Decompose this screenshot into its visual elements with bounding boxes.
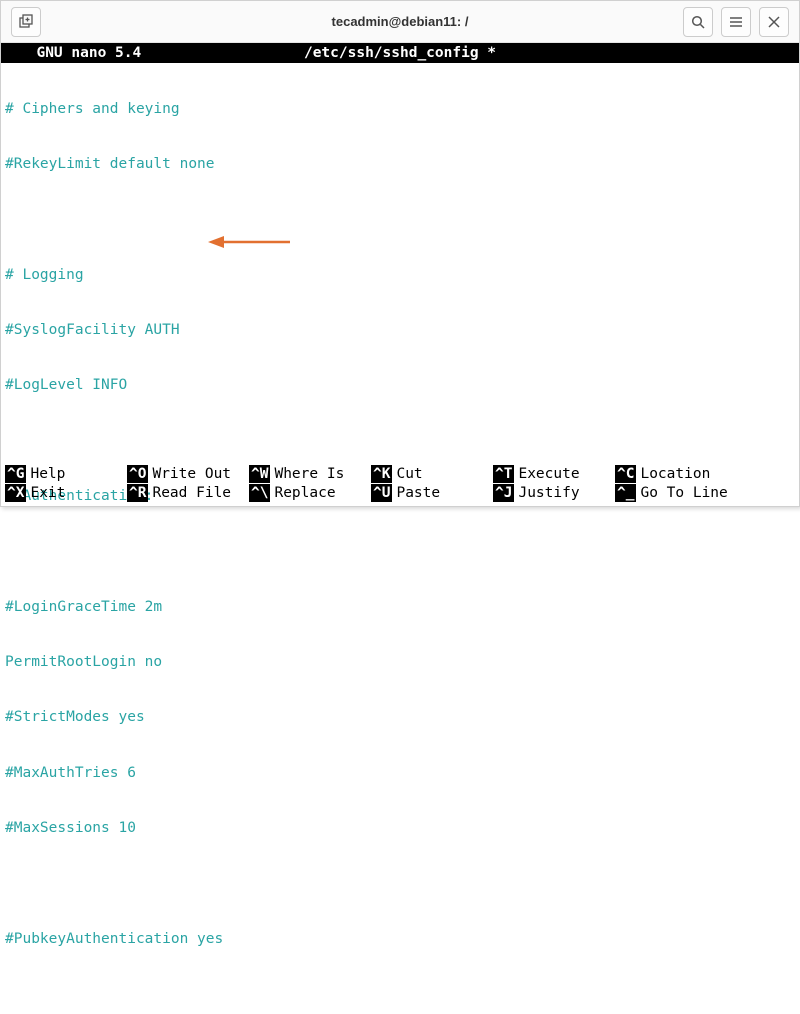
keycap: ^R xyxy=(127,484,148,502)
keycap: ^C xyxy=(615,465,636,483)
terminal-area[interactable]: GNU nano 5.4 /etc/ssh/sshd_config * # Ci… xyxy=(1,43,799,506)
editor-line: #LogLevel INFO xyxy=(5,376,795,395)
editor-line xyxy=(5,874,795,893)
editor-line xyxy=(5,542,795,561)
shortcut-paste[interactable]: ^UPaste xyxy=(371,484,493,503)
shortcut-location[interactable]: ^CLocation xyxy=(615,465,737,484)
window-title: tecadmin@debian11: / xyxy=(332,14,469,29)
close-icon xyxy=(768,16,780,28)
shortcut-label: Help xyxy=(30,465,65,483)
nano-shortcut-bar: ^GHelp ^OWrite Out ^WWhere Is ^KCut ^TEx… xyxy=(1,465,799,506)
keycap: ^U xyxy=(371,484,392,502)
shortcut-execute[interactable]: ^TExecute xyxy=(493,465,615,484)
hamburger-icon xyxy=(729,15,743,29)
titlebar-left xyxy=(9,7,43,37)
editor-body[interactable]: # Ciphers and keying #RekeyLimit default… xyxy=(1,63,799,1014)
annotation-arrow-icon xyxy=(208,196,290,288)
editor-line xyxy=(5,985,795,1004)
shortcut-write-out[interactable]: ^OWrite Out xyxy=(127,465,249,484)
keycap: ^_ xyxy=(615,484,636,502)
keycap: ^T xyxy=(493,465,514,483)
keycap: ^K xyxy=(371,465,392,483)
editor-line: #RekeyLimit default none xyxy=(5,155,795,174)
shortcut-go-to-line[interactable]: ^_Go To Line xyxy=(615,484,737,503)
new-tab-button[interactable] xyxy=(11,7,41,37)
editor-line xyxy=(5,432,795,451)
shortcut-exit[interactable]: ^XExit xyxy=(5,484,127,503)
editor-line: #StrictModes yes xyxy=(5,708,795,727)
shortcut-row: ^XExit ^RRead File ^\Replace ^UPaste ^JJ… xyxy=(5,484,795,503)
editor-line xyxy=(5,210,795,229)
titlebar: tecadmin@debian11: / xyxy=(1,1,799,43)
shortcut-label: Where Is xyxy=(274,465,344,483)
search-button[interactable] xyxy=(683,7,713,37)
editor-line: #MaxSessions 10 xyxy=(5,819,795,838)
nano-app-name: GNU nano 5.4 xyxy=(5,44,141,62)
shortcut-row: ^GHelp ^OWrite Out ^WWhere Is ^KCut ^TEx… xyxy=(5,465,795,484)
keycap: ^J xyxy=(493,484,514,502)
shortcut-label: Location xyxy=(640,465,710,483)
shortcut-where-is[interactable]: ^WWhere Is xyxy=(249,465,371,484)
keycap: ^G xyxy=(5,465,26,483)
new-tab-icon xyxy=(18,14,34,30)
keycap: ^X xyxy=(5,484,26,502)
editor-line: PermitRootLogin no xyxy=(5,653,795,672)
keycap: ^W xyxy=(249,465,270,483)
editor-line: #SyslogFacility AUTH xyxy=(5,321,795,340)
keycap: ^O xyxy=(127,465,148,483)
shortcut-cut[interactable]: ^KCut xyxy=(371,465,493,484)
shortcut-label: Execute xyxy=(518,465,579,483)
shortcut-label: Go To Line xyxy=(640,484,727,502)
editor-line: # Ciphers and keying xyxy=(5,100,795,119)
editor-line: #LoginGraceTime 2m xyxy=(5,598,795,617)
editor-line: # Logging xyxy=(5,266,795,285)
nano-file-name: /etc/ssh/sshd_config * xyxy=(304,44,496,62)
nano-header: GNU nano 5.4 /etc/ssh/sshd_config * xyxy=(1,43,799,63)
shortcut-help[interactable]: ^GHelp xyxy=(5,465,127,484)
shortcut-label: Read File xyxy=(152,484,231,502)
titlebar-right xyxy=(681,7,791,37)
shortcut-label: Cut xyxy=(396,465,422,483)
terminal-window: tecadmin@debian11: / GNU nano 5.4 /etc/s… xyxy=(0,0,800,507)
keycap: ^\ xyxy=(249,484,270,502)
shortcut-label: Paste xyxy=(396,484,440,502)
shortcut-label: Justify xyxy=(518,484,579,502)
editor-line: #MaxAuthTries 6 xyxy=(5,764,795,783)
shortcut-label: Write Out xyxy=(152,465,231,483)
shortcut-read-file[interactable]: ^RRead File xyxy=(127,484,249,503)
search-icon xyxy=(691,15,705,29)
shortcut-label: Replace xyxy=(274,484,335,502)
shortcut-label: Exit xyxy=(30,484,65,502)
shortcut-replace[interactable]: ^\Replace xyxy=(249,484,371,503)
menu-button[interactable] xyxy=(721,7,751,37)
shortcut-justify[interactable]: ^JJustify xyxy=(493,484,615,503)
editor-line: #PubkeyAuthentication yes xyxy=(5,930,795,949)
close-button[interactable] xyxy=(759,7,789,37)
